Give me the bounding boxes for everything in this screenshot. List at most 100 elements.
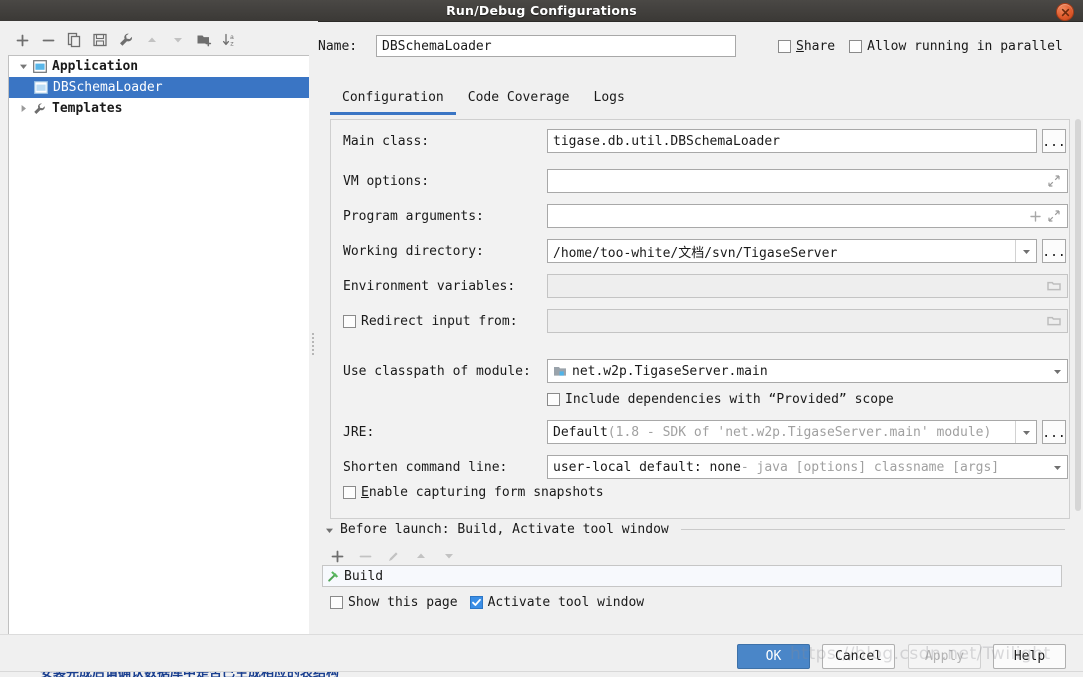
chevron-down-icon[interactable]	[15, 59, 31, 75]
name-row: Name: Share Allow running in parallel	[318, 33, 1083, 59]
move-task-up-icon[interactable]	[409, 545, 433, 567]
add-task-icon[interactable]	[325, 545, 349, 567]
working-directory-input[interactable]: /home/too-white/文档/svn/TigaseServer	[547, 239, 1037, 263]
program-arguments-input[interactable]	[547, 204, 1068, 228]
expand-icon[interactable]	[1045, 170, 1063, 192]
working-directory-browse-button[interactable]: ...	[1042, 239, 1066, 263]
remove-task-icon[interactable]	[353, 545, 377, 567]
environment-variables-input[interactable]	[547, 274, 1068, 298]
configurations-toolbar: a z	[0, 27, 319, 53]
add-icon[interactable]	[10, 29, 34, 51]
activate-tool-window-checkbox[interactable]: Activate tool window	[469, 595, 644, 610]
ok-button[interactable]: OK	[737, 644, 810, 669]
before-launch-title: Before launch: Build, Activate tool wind…	[340, 521, 669, 537]
redirect-input-checkbox-box[interactable]	[343, 314, 356, 328]
redirect-input-field[interactable]	[547, 309, 1068, 333]
tree-node-label: Templates	[52, 100, 123, 116]
tree-node-templates[interactable]: Templates	[9, 98, 309, 119]
wrench-icon[interactable]	[114, 29, 138, 51]
tree-node-dbschemaloader[interactable]: DBSchemaLoader	[9, 77, 309, 98]
jre-label: JRE:	[343, 424, 375, 440]
main-class-input[interactable]: tigase.db.util.DBSchemaLoader	[547, 129, 1037, 153]
show-this-page-checkbox-box[interactable]	[330, 595, 343, 609]
include-provided-checkbox-box[interactable]	[547, 393, 560, 406]
application-icon	[31, 59, 48, 75]
before-launch-task-list[interactable]: Build	[322, 565, 1062, 587]
edit-task-icon[interactable]	[381, 545, 405, 567]
move-up-icon[interactable]	[140, 29, 164, 51]
working-directory-value: /home/too-white/文档/svn/TigaseServer	[553, 245, 838, 261]
move-down-icon[interactable]	[166, 29, 190, 51]
enable-capturing-rest: nable capturing form snapshots	[368, 485, 604, 500]
chevron-down-icon[interactable]	[1047, 360, 1067, 382]
panel-splitter[interactable]	[309, 21, 318, 677]
folder-icon[interactable]	[1045, 310, 1063, 332]
task-label: Build	[344, 568, 384, 584]
insert-macro-icon[interactable]	[1027, 205, 1043, 227]
build-hammer-icon	[327, 569, 341, 583]
window-title-bar: Run/Debug Configurations	[0, 0, 1083, 22]
use-classpath-value: net.w2p.TigaseServer.main	[572, 363, 768, 379]
chevron-down-icon[interactable]	[1015, 240, 1036, 262]
jre-hint: (1.8 - SDK of 'net.w2p.TigaseServer.main…	[607, 424, 992, 440]
activate-tool-window-checkbox-box[interactable]	[469, 595, 483, 609]
new-folder-icon[interactable]	[192, 29, 216, 51]
redirect-input-checkbox[interactable]: Redirect input from:	[343, 314, 547, 329]
tree-node-label: DBSchemaLoader	[53, 79, 163, 95]
share-checkbox-box[interactable]	[778, 39, 791, 53]
form-scrollbar-thumb[interactable]	[1075, 119, 1081, 511]
form-scrollbar[interactable]	[1074, 119, 1082, 519]
cancel-button[interactable]: Cancel	[822, 644, 895, 669]
chevron-down-icon[interactable]	[1015, 421, 1036, 443]
tab-logs[interactable]: Logs	[582, 89, 637, 112]
move-task-down-icon[interactable]	[437, 545, 461, 567]
share-checkbox[interactable]: Share	[778, 39, 835, 54]
tree-node-application[interactable]: Application	[9, 56, 309, 77]
allow-parallel-checkbox-box[interactable]	[849, 39, 863, 53]
enable-capturing-checkbox[interactable]: Enable capturing form snapshots	[343, 485, 604, 500]
configurations-tree[interactable]: Application DBSchemaLoader Templates	[8, 55, 310, 653]
splitter-grip	[311, 331, 316, 355]
expand-icon[interactable]	[1045, 205, 1063, 227]
allow-parallel-checkbox[interactable]: Allow running in parallel	[849, 39, 1063, 54]
chevron-right-icon[interactable]	[15, 101, 31, 117]
chevron-down-icon[interactable]	[325, 520, 334, 539]
folder-icon[interactable]	[1045, 275, 1063, 297]
close-icon[interactable]	[1056, 3, 1074, 21]
share-mnemonic: S	[796, 38, 804, 54]
jre-browse-button[interactable]: ...	[1042, 420, 1066, 444]
enable-capturing-checkbox-box[interactable]	[343, 486, 356, 499]
show-this-page-checkbox[interactable]: Show this page	[330, 595, 458, 610]
include-provided-checkbox[interactable]: Include dependencies with “Provided” sco…	[547, 392, 894, 407]
module-icon	[553, 365, 567, 378]
show-this-page-label: Show this page	[348, 594, 458, 610]
apply-button[interactable]: Apply	[908, 644, 981, 669]
save-icon[interactable]	[88, 29, 112, 51]
use-classpath-combobox[interactable]: net.w2p.TigaseServer.main	[547, 359, 1068, 383]
help-button[interactable]: Help	[993, 644, 1066, 669]
svg-text:z: z	[230, 40, 234, 47]
jre-value: Default	[553, 424, 608, 440]
shorten-command-line-combobox[interactable]: user-local default: none - java [options…	[547, 455, 1068, 479]
jre-combobox[interactable]: Default (1.8 - SDK of 'net.w2p.TigaseSer…	[547, 420, 1037, 444]
window-title: Run/Debug Configurations	[446, 3, 637, 18]
share-label: Share	[796, 39, 835, 54]
tab-code-coverage[interactable]: Code Coverage	[456, 89, 582, 112]
editor-tabs: Configuration Code Coverage Logs	[330, 89, 637, 117]
tab-configuration[interactable]: Configuration	[330, 89, 456, 115]
name-label: Name:	[318, 38, 358, 54]
copy-icon[interactable]	[62, 29, 86, 51]
configuration-icon	[32, 80, 49, 96]
sort-alphabetically-icon[interactable]: a z	[218, 29, 242, 51]
before-launch-divider	[680, 528, 1065, 530]
chevron-down-icon[interactable]	[1047, 456, 1067, 478]
remove-icon[interactable]	[36, 29, 60, 51]
program-arguments-label: Program arguments:	[343, 208, 484, 224]
configurations-panel: a z Application DBSchemaLoader Templates	[0, 21, 310, 677]
main-class-browse-button[interactable]: ...	[1042, 129, 1066, 153]
name-input[interactable]	[376, 35, 736, 57]
redirect-input-label: Redirect input from:	[361, 313, 518, 329]
vm-options-input[interactable]	[547, 169, 1068, 193]
run-debug-configurations-dialog: Run/Debug Configurations a z Application…	[0, 0, 1083, 677]
environment-variables-label: Environment variables:	[343, 278, 516, 294]
